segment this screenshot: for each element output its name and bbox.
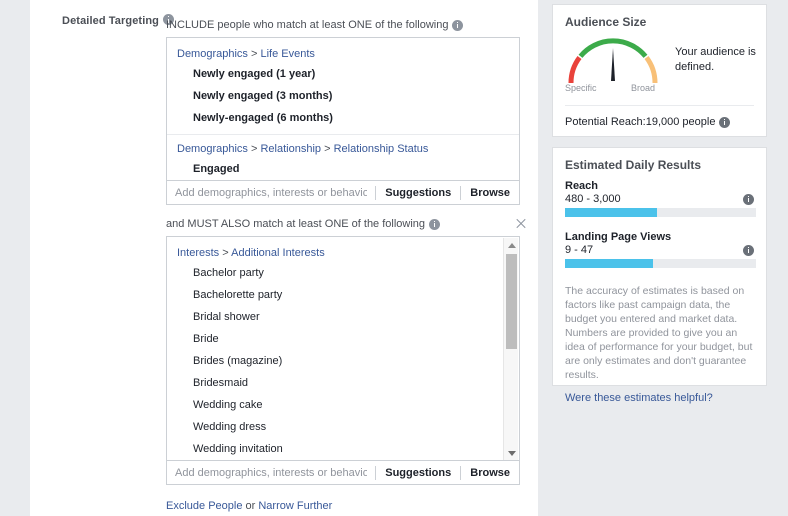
breadcrumb: Demographics > Life Events bbox=[167, 48, 519, 60]
potential-reach-row: Potential Reach:19,000 people bbox=[553, 106, 766, 128]
scrollbar[interactable] bbox=[503, 238, 518, 460]
targeting-group: Demographics > Relationship > Relationsh… bbox=[167, 143, 519, 175]
include-targeting-box: Demographics > Life Events Newly engaged… bbox=[166, 37, 520, 205]
metric-progress-track bbox=[565, 259, 756, 268]
breadcrumb-link[interactable]: Relationship Status bbox=[334, 143, 429, 155]
scrollbar-thumb[interactable] bbox=[506, 254, 517, 349]
include-targeting-list: Demographics > Life Events Newly engaged… bbox=[167, 38, 519, 181]
breadcrumb-link[interactable]: Life Events bbox=[260, 48, 314, 60]
breadcrumb-separator: > bbox=[250, 143, 258, 155]
estimate-metric-landing-page-views: Landing Page Views 9 - 47 bbox=[553, 231, 766, 268]
breadcrumb-link[interactable]: Interests bbox=[177, 247, 219, 259]
metric-value: 480 - 3,000 bbox=[565, 193, 621, 205]
list-item[interactable]: Bachelorette party bbox=[167, 289, 519, 301]
narrow-further-link[interactable]: Narrow Further bbox=[258, 500, 332, 512]
search-input[interactable] bbox=[167, 461, 376, 484]
breadcrumb-link[interactable]: Relationship bbox=[260, 143, 321, 155]
info-icon[interactable] bbox=[429, 218, 441, 230]
audience-status-message: Your audience is defined. bbox=[675, 46, 756, 73]
suggestions-button[interactable]: Suggestions bbox=[376, 462, 460, 484]
include-section-header: INCLUDE people who match at least ONE of… bbox=[166, 19, 464, 31]
detailed-targeting-label-text: Detailed Targeting bbox=[62, 15, 159, 28]
narrow-section-header: and MUST ALSO match at least ONE of the … bbox=[166, 218, 441, 230]
targeting-group: Interests > Additional Interests Bachelo… bbox=[167, 247, 519, 455]
targeting-group: Demographics > Life Events Newly engaged… bbox=[167, 48, 519, 124]
metric-name: Landing Page Views bbox=[565, 231, 672, 243]
estimates-disclaimer: The accuracy of estimates is based on fa… bbox=[565, 285, 753, 381]
exclude-people-link[interactable]: Exclude People bbox=[166, 500, 242, 512]
targeting-bottom-links: Exclude People or Narrow Further bbox=[166, 500, 332, 512]
metric-progress-fill bbox=[565, 259, 653, 268]
list-item[interactable]: Bachelor party bbox=[167, 267, 519, 279]
metric-progress-track bbox=[565, 208, 756, 217]
browse-button[interactable]: Browse bbox=[461, 462, 519, 484]
gauge-icon bbox=[568, 38, 658, 84]
metric-value: 9 - 47 bbox=[565, 244, 594, 256]
scroll-up-icon[interactable] bbox=[504, 238, 519, 252]
audience-size-title: Audience Size bbox=[565, 15, 647, 29]
info-icon[interactable] bbox=[452, 19, 464, 31]
list-item[interactable]: Engaged bbox=[167, 163, 519, 175]
gauge-low-label: Specific bbox=[565, 83, 597, 93]
breadcrumb-link[interactable]: Additional Interests bbox=[231, 247, 325, 259]
info-icon[interactable] bbox=[743, 193, 754, 205]
breadcrumb-link[interactable]: Demographics bbox=[177, 143, 248, 155]
list-item[interactable]: Bride bbox=[167, 333, 519, 345]
estimated-daily-results-card: Estimated Daily Results Reach 480 - 3,00… bbox=[552, 147, 767, 404]
browse-button[interactable]: Browse bbox=[461, 182, 519, 204]
list-item[interactable]: Newly engaged (1 year) bbox=[167, 68, 519, 80]
close-icon[interactable] bbox=[515, 218, 527, 230]
estimate-metric-reach: Reach 480 - 3,000 bbox=[553, 180, 766, 217]
breadcrumb: Interests > Additional Interests bbox=[167, 247, 519, 259]
suggestions-button[interactable]: Suggestions bbox=[376, 182, 460, 204]
list-item[interactable]: Bridesmaid bbox=[167, 377, 519, 389]
list-item[interactable]: Wedding invitation bbox=[167, 443, 519, 455]
group-separator bbox=[167, 134, 519, 135]
detailed-targeting-label: Detailed Targeting bbox=[62, 14, 174, 27]
or-label: or bbox=[245, 500, 256, 512]
breadcrumb-separator: > bbox=[222, 247, 229, 259]
search-input[interactable] bbox=[167, 181, 376, 204]
estimates-helpful-link[interactable]: Were these estimates helpful? bbox=[553, 392, 725, 404]
list-item[interactable]: Newly engaged (3 months) bbox=[167, 90, 519, 102]
list-item[interactable]: Bridal shower bbox=[167, 311, 519, 323]
breadcrumb-separator: > bbox=[324, 143, 331, 155]
narrow-section-header-text: and MUST ALSO match at least ONE of the … bbox=[166, 218, 426, 230]
metric-value-row: 480 - 3,000 bbox=[565, 193, 754, 205]
breadcrumb: Demographics > Relationship > Relationsh… bbox=[167, 143, 519, 155]
list-item[interactable]: Newly-engaged (6 months) bbox=[167, 112, 519, 124]
list-item[interactable]: Brides (magazine) bbox=[167, 355, 519, 367]
estimates-title: Estimated Daily Results bbox=[565, 158, 702, 172]
info-icon[interactable] bbox=[743, 244, 754, 256]
narrow-box-footer: Suggestions Browse bbox=[167, 460, 519, 484]
breadcrumb-separator: > bbox=[250, 48, 258, 60]
left-gutter bbox=[0, 0, 30, 516]
audience-size-gauge: Specific Broad Your audience is defined. bbox=[553, 33, 766, 105]
narrow-targeting-box: Interests > Additional Interests Bachelo… bbox=[166, 236, 520, 485]
metric-progress-fill bbox=[565, 208, 657, 217]
narrow-targeting-list: Interests > Additional Interests Bachelo… bbox=[167, 237, 519, 461]
scroll-down-icon[interactable] bbox=[504, 446, 519, 460]
list-item[interactable]: Wedding cake bbox=[167, 399, 519, 411]
audience-size-card: Audience Size Specific Broad Your audien… bbox=[552, 4, 767, 137]
include-box-footer: Suggestions Browse bbox=[167, 180, 519, 204]
metric-name: Reach bbox=[565, 180, 599, 192]
list-item[interactable]: Wedding dress bbox=[167, 421, 519, 433]
metric-value-row: 9 - 47 bbox=[565, 244, 754, 256]
breadcrumb-link[interactable]: Demographics bbox=[177, 48, 248, 60]
include-section-header-text: INCLUDE people who match at least ONE of… bbox=[166, 19, 449, 31]
panel-divider-gutter bbox=[538, 0, 552, 516]
detailed-targeting-screen: Detailed Targeting INCLUDE people who ma… bbox=[0, 0, 788, 516]
potential-reach-text: Potential Reach:19,000 people bbox=[565, 116, 716, 128]
info-icon[interactable] bbox=[719, 116, 731, 128]
gauge-high-label: Broad bbox=[631, 83, 656, 93]
